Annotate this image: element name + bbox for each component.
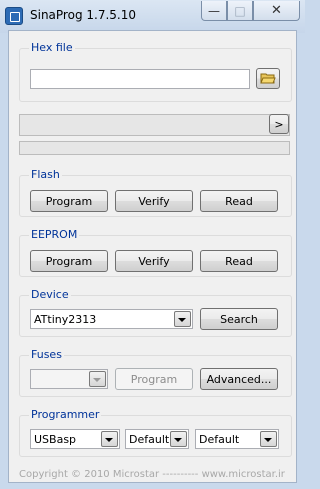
flash-program-button[interactable]: Program (30, 190, 108, 212)
chevron-down-icon[interactable] (260, 431, 277, 447)
status-field (19, 114, 290, 136)
speed-select[interactable]: Default (195, 429, 279, 449)
device-select-value: ATtiny2313 (34, 312, 97, 326)
eeprom-read-button[interactable]: Read (200, 250, 278, 272)
flash-legend: Flash (29, 168, 62, 181)
chevron-down-icon[interactable] (170, 431, 187, 447)
chip-icon (5, 7, 23, 25)
browse-button[interactable] (256, 68, 280, 89)
flash-verify-button[interactable]: Verify (115, 190, 193, 212)
fuses-select[interactable] (30, 369, 108, 389)
fuses-legend: Fuses (29, 348, 64, 361)
device-search-button[interactable]: Search (200, 308, 278, 330)
client-area: Hex file > Flash Program Verify Read EEP… (8, 30, 297, 483)
window-title: SinaProg 1.7.5.10 (30, 8, 136, 22)
chevron-down-icon[interactable] (89, 371, 106, 387)
folder-open-icon (260, 73, 276, 84)
flash-read-button[interactable]: Read (200, 190, 278, 212)
port-select[interactable]: Default (125, 429, 189, 449)
fuses-program-button[interactable]: Program (115, 368, 193, 390)
programmer-select[interactable]: USBasp (30, 429, 120, 449)
expand-arrow-button[interactable]: > (269, 114, 289, 134)
device-select[interactable]: ATtiny2313 (30, 309, 193, 329)
programmer-select-value: USBasp (34, 432, 77, 446)
minimize-button[interactable]: — (201, 1, 227, 21)
close-button[interactable]: ✕ (253, 1, 300, 21)
maximize-button[interactable]: □ (227, 1, 253, 21)
chevron-down-icon[interactable] (101, 431, 118, 447)
hexfile-legend: Hex file (29, 41, 75, 54)
eeprom-legend: EEPROM (29, 228, 80, 241)
eeprom-program-button[interactable]: Program (30, 250, 108, 272)
hexfile-path-input[interactable] (30, 69, 250, 89)
port-select-value: Default (129, 432, 170, 446)
chevron-down-icon[interactable] (174, 311, 191, 327)
speed-select-value: Default (199, 432, 240, 446)
progress-bar (19, 141, 290, 155)
programmer-legend: Programmer (29, 408, 102, 421)
copyright-footer: Copyright © 2010 Microstar ---------- ww… (19, 469, 285, 480)
eeprom-verify-button[interactable]: Verify (115, 250, 193, 272)
device-legend: Device (29, 288, 71, 301)
fuses-advanced-button[interactable]: Advanced... (200, 368, 278, 390)
